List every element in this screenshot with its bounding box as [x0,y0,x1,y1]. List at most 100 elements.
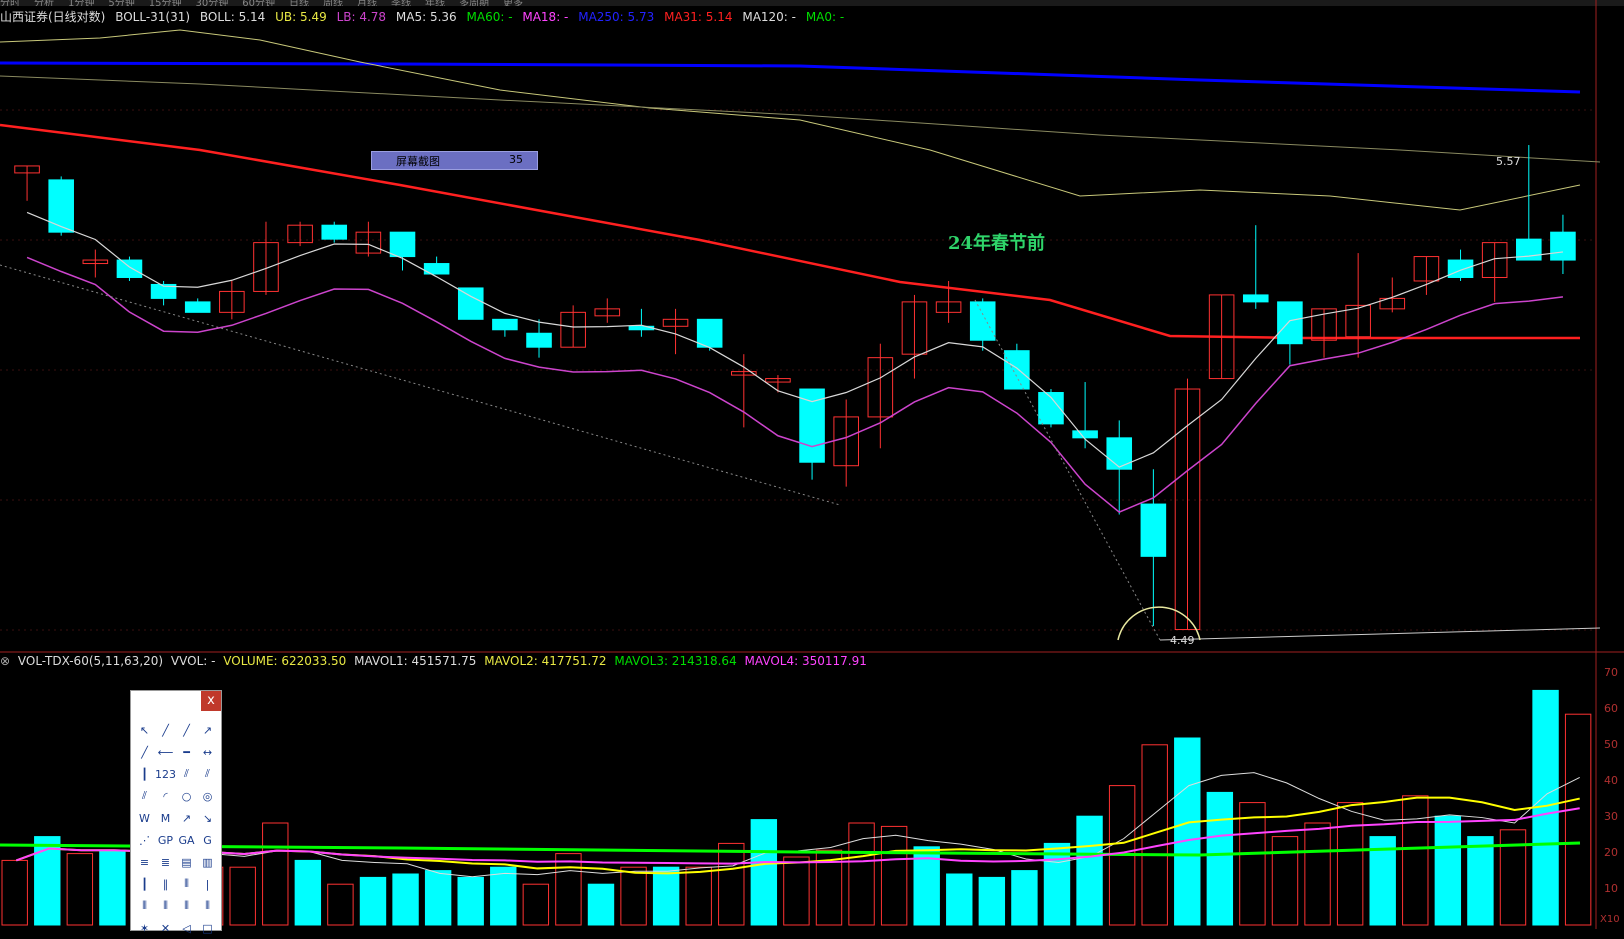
mavol1-line [16,772,1580,878]
ma31-value: MA31: 5.14 [664,10,733,24]
volume-bar [880,825,908,926]
volume-bar [522,883,550,926]
volume-bar [424,870,452,926]
candle-body [969,301,996,341]
candle-body [1140,503,1167,557]
candle-body [389,231,416,258]
h-segment-icon[interactable]: ↔ [197,741,218,763]
volume-bar [262,822,289,926]
ma31-line [0,123,1580,340]
price-high-label: 5.57 [1496,155,1521,168]
vol-axis-label: 50 [1604,738,1618,751]
candle-body [48,179,74,233]
drawing-toolbox: x ↖ ╱ ╱ ↗ ╱ ⟵ ━ ↔ ┃ 123 ⫽ ⫽ ⫽ ◜ ○ ◎ W M ↗ ↘ ⋰ GP GA G ≡ ≣ ▤ ▥ ┃ ∥ ⦀ | ⦀ ⦀… [130,690,222,935]
gann-icon[interactable]: ▤ [176,851,197,873]
fan-icon[interactable]: ⋰ [134,829,155,851]
ma250-line [0,61,1581,94]
triangle-icon[interactable]: ◁ [176,917,197,939]
line-icon[interactable]: ╱ [155,719,176,741]
volume-bar [1011,870,1038,926]
vol-indicator-name[interactable]: VOL-TDX-60(5,11,63,20) [18,654,163,668]
candle-body [184,301,211,313]
chart-annotation-text[interactable]: 24年春节前 [948,229,1045,255]
circle-icon[interactable]: ○ [176,785,197,807]
h-line-icon[interactable]: ━ [176,741,197,763]
volume-bar [1304,822,1331,926]
volume-bar [718,842,745,926]
volume-bar [359,876,387,926]
stock-title[interactable]: 山西证券(日线对数) [0,10,105,24]
volume-bar [555,853,582,926]
wave-down-icon[interactable]: ↘ [197,807,218,829]
wave-m-icon[interactable]: M [155,807,176,829]
candle-body [1004,350,1030,390]
bars-3-icon[interactable]: ⦀ [176,895,197,917]
candle-body [492,318,518,331]
volume-bar [620,866,647,926]
ga-icon[interactable]: GA [176,829,197,851]
vol-unit-label: X10 [1600,914,1620,925]
ma18-value: MA18: - [522,10,569,24]
candle-body [696,318,723,348]
bars-icon[interactable]: ⦀ [134,895,155,917]
volume-bar [978,876,1006,926]
wave-w-icon[interactable]: W [134,807,155,829]
trend-icon[interactable]: ⫽ [134,785,155,807]
gann-fan-icon[interactable]: ▥ [197,851,218,873]
volume-bar [1271,836,1299,926]
bars-2-icon[interactable]: ⦀ [155,895,176,917]
volume-bar [229,866,256,926]
cycle-2-icon[interactable]: ∥ [155,873,176,895]
cycle-icon[interactable]: ┃ [134,873,155,895]
ma120-line [0,75,1601,163]
parallel-icon[interactable]: ⫽ [176,763,197,785]
price-indicator-bar: 山西证券(日线对数) BOLL-31(31) BOLL: 5.14 UB: 5.… [0,8,850,24]
volume-bar [946,873,973,926]
fib-text-icon[interactable]: ≣ [155,851,176,873]
candle-body [116,259,143,278]
volume-bar [783,856,810,926]
mavol3-value: MAVOL3: 214318.64 [614,654,737,668]
volume-bar [294,859,322,926]
vol-settings-icon[interactable]: ⊗ [0,654,10,668]
lb-value: LB: 4.78 [336,10,387,24]
wave-up-icon[interactable]: ↗ [176,807,197,829]
candle-body [1242,294,1269,303]
cycle-3-icon[interactable]: ⦀ [176,873,197,895]
fib-icon[interactable]: ≡ [134,851,155,873]
volume-bar [1564,713,1592,926]
ray-icon[interactable]: ╱ [176,719,197,741]
cross-icon[interactable]: ✕ [155,917,176,939]
vol-axis-label: 70 [1604,666,1618,679]
rect-icon[interactable]: □ [197,917,218,939]
volume-indicator-bar: ⊗ VOL-TDX-60(5,11,63,20) VVOL: - VOLUME:… [0,654,871,670]
ellipse-icon[interactable]: ◎ [197,785,218,807]
star-icon[interactable]: ✶ [134,917,155,939]
ma120-value: MA120: - [742,10,796,24]
close-icon[interactable]: x [201,691,221,711]
gc-icon[interactable]: G [197,829,218,851]
candle-body [321,224,348,240]
channel-icon[interactable]: ⫽ [197,763,218,785]
kline-chart[interactable]: 5.57 4.49 70 60 50 40 30 20 10 X10 [0,0,1624,929]
period-icon[interactable]: | [197,873,218,895]
cursor-icon[interactable]: ↖ [134,719,155,741]
ma250-value: MA250: 5.73 [578,10,655,24]
arc-icon[interactable]: ◜ [155,785,176,807]
gp-icon[interactable]: GP [155,829,176,851]
h-ray-icon[interactable]: ⟵ [155,741,176,763]
volume-bar [750,819,778,926]
trendline-1 [0,264,841,506]
candle-body [1277,301,1303,345]
boll-indicator-name[interactable]: BOLL-31(31) [115,10,190,24]
ma0-value: MA0: - [805,10,845,24]
ma60-value: MA60: - [466,10,513,24]
volume-bar [1,859,28,926]
bars-4-icon[interactable]: ⦀ [197,895,218,917]
candle-body [1072,430,1098,439]
v-line-icon[interactable]: ┃ [134,763,155,785]
text-123-icon[interactable]: 123 [155,763,176,785]
segment-icon[interactable]: ╱ [134,741,155,763]
arrow-line-icon[interactable]: ↗ [197,719,218,741]
volume-bar [457,876,484,926]
